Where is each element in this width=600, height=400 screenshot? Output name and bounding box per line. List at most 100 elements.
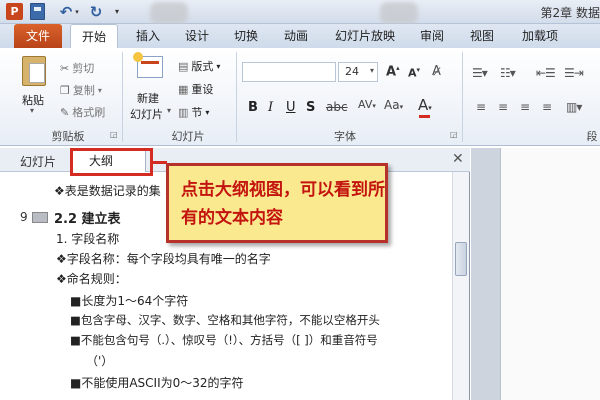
shadow-icon[interactable]: S: [306, 100, 315, 115]
chevron-down-icon: ▾: [97, 85, 102, 95]
new-slide-label-2[interactable]: 幻灯片: [130, 106, 163, 122]
blurred-region: [380, 2, 418, 24]
reset-button[interactable]: ▦ 重设: [178, 81, 213, 97]
copy-label: 复制: [72, 84, 95, 97]
tab-animations[interactable]: 动画: [276, 24, 316, 48]
reset-label: 重设: [191, 83, 214, 96]
bold-icon[interactable]: B: [248, 100, 258, 115]
chevron-down-icon[interactable]: ▾: [167, 106, 171, 115]
underline-icon[interactable]: U: [286, 100, 296, 115]
redo-icon[interactable]: ↻: [88, 3, 104, 21]
layout-label: 版式: [191, 60, 214, 73]
tab-home[interactable]: 开始: [70, 24, 118, 49]
paste-icon[interactable]: [22, 56, 46, 86]
callout-pointer: [153, 161, 167, 164]
dialog-launcher-icon[interactable]: ◲: [450, 130, 458, 139]
numbering-icon[interactable]: ☷▾: [500, 66, 516, 80]
new-slide-label-1[interactable]: 新建: [137, 90, 159, 106]
powerpoint-logo-icon: P: [6, 3, 23, 20]
scrollbar-thumb[interactable]: [455, 242, 467, 276]
outline-line: 1. 字段名称: [56, 232, 120, 246]
bullets-icon[interactable]: ☰▾: [472, 66, 488, 80]
columns-icon[interactable]: ▥▾: [566, 100, 582, 114]
shrink-font-icon[interactable]: A▾: [408, 66, 420, 80]
section-button[interactable]: ▥ 节 ▾: [178, 104, 209, 120]
decrease-indent-icon[interactable]: ⇤☰: [536, 66, 556, 80]
cut-label: 剪切: [72, 62, 95, 75]
outline-line: ❖字段名称：每个字段均具有唯一的名字: [56, 252, 271, 266]
blurred-region: [150, 2, 188, 24]
font-name-select[interactable]: [242, 62, 336, 82]
change-case-icon[interactable]: Aa▾: [384, 98, 403, 112]
group-label-slides: 幻灯片: [171, 130, 205, 143]
customize-toolbar-icon[interactable]: ▾: [112, 3, 122, 20]
group-label-clipboard: 剪贴板: [51, 130, 85, 143]
callout-text: 点击大纲视图，可以看到所有的文本内容: [181, 180, 385, 228]
outline-line: ■不能包含句号（.）、惊叹号（!）、方括号（[ ]）和重音符号: [70, 333, 378, 347]
section-icon: ▥: [178, 105, 189, 119]
tab-view[interactable]: 视图: [462, 24, 502, 48]
tab-design[interactable]: 设计: [177, 24, 217, 48]
format-painter-label: 格式刷: [72, 106, 106, 119]
outline-line: ❖命名规则：: [56, 272, 127, 286]
scissors-icon: ✂: [60, 61, 70, 75]
ribbon: 粘贴 ▾ ✂ 剪切 ❐ 复制 ▾ ✎ 格式刷 剪贴板 ◲ 新建 幻灯片 ▾ ▤ …: [0, 48, 600, 146]
outline-line: ■不能使用ASCII为0～32的字符: [70, 376, 244, 390]
justify-icon[interactable]: ≡: [542, 100, 552, 114]
font-size-select[interactable]: 24 ▾: [338, 62, 378, 82]
chevron-down-icon: ▾: [216, 61, 221, 71]
vertical-scrollbar[interactable]: [452, 172, 469, 400]
char-spacing-icon[interactable]: AV▾: [358, 98, 376, 111]
tab-insert[interactable]: 插入: [128, 24, 168, 48]
tab-slides-view[interactable]: 幻灯片: [20, 153, 56, 170]
layout-button[interactable]: ▤ 版式 ▾: [178, 58, 220, 74]
increase-indent-icon[interactable]: ☰⇥: [564, 66, 584, 80]
outline-line: ■长度为1～64个字符: [70, 294, 189, 308]
tab-slideshow[interactable]: 幻灯片放映: [328, 24, 402, 48]
reset-icon: ▦: [178, 82, 189, 96]
brush-icon: ✎: [60, 105, 70, 119]
title-bar: P ↶ ▾ ↻ ▾ 第2章 数据: [0, 0, 600, 24]
font-size-value: 24: [345, 65, 359, 78]
align-center-icon[interactable]: ≡: [498, 100, 508, 114]
window-title: 第2章 数据: [540, 6, 600, 20]
font-color-icon[interactable]: A▾: [418, 96, 432, 114]
tab-review[interactable]: 审阅: [412, 24, 452, 48]
layout-icon: ▤: [178, 59, 189, 73]
save-icon[interactable]: [30, 3, 45, 20]
tab-file[interactable]: 文件: [14, 24, 62, 48]
tab-addins[interactable]: 加载项: [514, 24, 566, 48]
group-label-font: 字体: [334, 130, 356, 143]
font-color-bar: [419, 115, 430, 118]
group-label-paragraph: 段: [586, 130, 598, 143]
group-separator: [462, 52, 463, 142]
copy-button[interactable]: ❐ 复制 ▾: [60, 82, 102, 98]
italic-icon[interactable]: I: [268, 100, 273, 115]
format-painter-button[interactable]: ✎ 格式刷: [60, 104, 105, 120]
slide-canvas[interactable]: [500, 148, 600, 400]
clear-format-icon[interactable]: A̷: [432, 64, 441, 79]
tab-transitions[interactable]: 切换: [226, 24, 266, 48]
strikethrough-icon[interactable]: abc: [326, 100, 348, 114]
close-icon[interactable]: ✕: [452, 151, 464, 167]
outline-line: ❖表是数据记录的集: [54, 184, 161, 198]
group-separator: [122, 52, 123, 142]
undo-dropdown-icon[interactable]: ▾: [73, 3, 81, 20]
chevron-down-icon: ▾: [205, 107, 210, 117]
ribbon-tabs: 文件 开始 插入 设计 切换 动画 幻灯片放映 审阅 视图 加载项: [0, 24, 600, 49]
dialog-launcher-icon[interactable]: ◲: [110, 130, 118, 139]
slide-thumbnail-icon[interactable]: [32, 212, 48, 223]
section-label: 节: [191, 106, 203, 119]
align-right-icon[interactable]: ≡: [520, 100, 530, 114]
slide-number: 9: [20, 210, 28, 224]
grow-font-icon[interactable]: A▴: [386, 64, 400, 79]
annotation-callout: 点击大纲视图，可以看到所有的文本内容: [166, 163, 388, 243]
align-left-icon[interactable]: ≡: [476, 100, 486, 114]
outline-line: ■包含字母、汉字、数字、空格和其他字符，不能以空格开头: [70, 313, 380, 327]
outline-tab-highlight: [70, 148, 153, 176]
new-slide-icon[interactable]: [133, 52, 163, 78]
outline-line: （'）: [86, 354, 114, 368]
cut-button[interactable]: ✂ 剪切: [60, 60, 94, 76]
copy-icon: ❐: [60, 83, 70, 97]
chevron-down-icon[interactable]: ▾: [30, 106, 34, 115]
